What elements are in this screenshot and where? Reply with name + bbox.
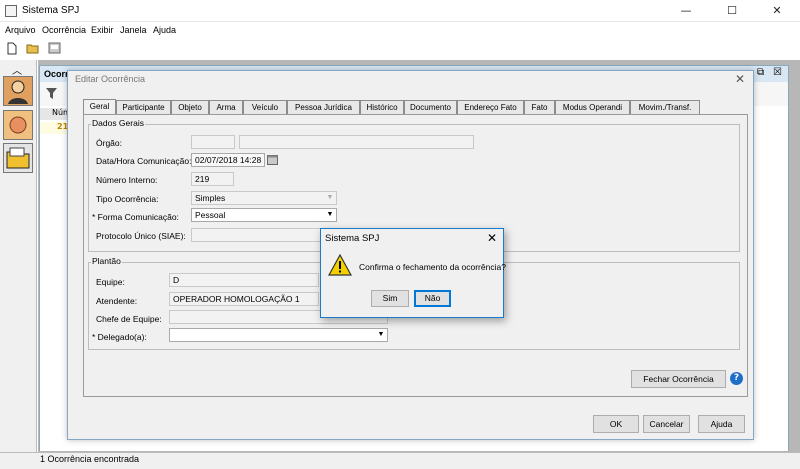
- ok-button[interactable]: OK: [593, 415, 639, 433]
- tipo-ocorrencia-label: Tipo Ocorrência:: [96, 194, 159, 204]
- app-icon: [5, 5, 17, 17]
- protocolo-unico-label: Protocolo Único (SIAE):: [96, 231, 186, 241]
- data-hora-label: Data/Hora Comunicação:: [96, 156, 192, 166]
- tab-endereco-fato[interactable]: Endereço Fato: [457, 100, 524, 115]
- orgao-name-field: [239, 135, 474, 149]
- tab-participante[interactable]: Participante: [116, 100, 171, 115]
- cancelar-button[interactable]: Cancelar: [643, 415, 690, 433]
- tab-fato[interactable]: Fato: [524, 100, 555, 115]
- person-profile-icon[interactable]: [3, 76, 33, 106]
- orgao-code-field: [191, 135, 235, 149]
- numero-interno-field: 219: [191, 172, 234, 186]
- equipe-select: D: [169, 273, 319, 287]
- confirm-message: Confirma o fechamento da ocorrência?: [359, 262, 506, 272]
- protocolo-unico-field: [191, 228, 321, 242]
- folder-documents-icon[interactable]: [3, 143, 33, 173]
- forma-comunicacao-label: * Forma Comunicação:: [92, 212, 179, 222]
- equipe-value: D: [173, 275, 180, 285]
- person-head-icon[interactable]: [3, 110, 33, 140]
- tab-modus-operandi[interactable]: Modus Operandi: [555, 100, 630, 115]
- print-icon[interactable]: [47, 42, 61, 56]
- table-column-header[interactable]: Núme: [40, 108, 76, 120]
- sim-button[interactable]: Sim: [371, 290, 409, 307]
- collapse-up-icon[interactable]: ︿: [12, 62, 22, 77]
- nao-button[interactable]: Não: [414, 290, 451, 307]
- dialog-close-icon[interactable]: ✕: [735, 72, 745, 86]
- equipe-label: Equipe:: [96, 277, 125, 287]
- tab-movim-transf[interactable]: Movim./Transf.: [630, 100, 700, 115]
- filter-icon[interactable]: [46, 88, 57, 102]
- window-title: Sistema SPJ: [22, 5, 80, 16]
- tab-documento[interactable]: Documento: [404, 100, 457, 115]
- ajuda-button[interactable]: Ajuda: [698, 415, 745, 433]
- menu-ocorrencia[interactable]: Ocorrência: [42, 25, 86, 35]
- minimize-button[interactable]: —: [663, 0, 709, 22]
- tab-veiculo[interactable]: Veículo: [243, 100, 287, 115]
- menu-ajuda[interactable]: Ajuda: [153, 25, 176, 35]
- delegado-select[interactable]: ▼: [169, 328, 388, 342]
- dados-gerais-legend: Dados Gerais: [91, 118, 145, 128]
- new-document-icon[interactable]: [5, 42, 19, 56]
- tab-historico[interactable]: Histórico: [360, 100, 404, 115]
- atendente-field: OPERADOR HOMOLOGAÇÃO 1: [169, 292, 319, 306]
- plantao-legend: Plantão: [91, 256, 122, 266]
- chevron-down-icon: ▼: [326, 194, 334, 201]
- menu-exibir[interactable]: Exibir: [91, 25, 114, 35]
- restore-frame-icon[interactable]: ⧉: [757, 67, 764, 78]
- warning-icon: [327, 253, 353, 276]
- chevron-down-icon[interactable]: ▼: [324, 209, 336, 221]
- menu-arquivo[interactable]: Arquivo: [5, 25, 36, 35]
- numero-interno-label: Número Interno:: [96, 175, 158, 185]
- confirm-close-icon[interactable]: ✕: [487, 231, 497, 245]
- calendar-icon[interactable]: [267, 154, 278, 165]
- fechar-ocorrencia-button[interactable]: Fechar Ocorrência: [631, 370, 726, 388]
- tab-geral[interactable]: Geral: [83, 99, 116, 115]
- maximize-button[interactable]: ☐: [709, 0, 755, 22]
- chevron-down-icon[interactable]: ▼: [375, 329, 387, 341]
- chefe-equipe-label: Chefe de Equipe:: [96, 314, 162, 324]
- close-button[interactable]: ✕: [754, 0, 800, 22]
- tipo-ocorrencia-value: Simples: [195, 193, 226, 203]
- data-hora-field[interactable]: 02/07/2018 14:28: [191, 153, 265, 167]
- forma-comunicacao-select[interactable]: Pessoal ▼: [191, 208, 337, 222]
- menu-janela[interactable]: Janela: [120, 25, 147, 35]
- open-folder-icon[interactable]: [26, 42, 40, 56]
- tab-pessoa-juridica[interactable]: Pessoa Jurídica: [287, 100, 360, 115]
- dialog-title: Editar Ocorrência: [75, 74, 146, 84]
- tab-arma[interactable]: Arma: [209, 100, 243, 115]
- help-icon[interactable]: ?: [730, 372, 743, 385]
- status-text: 1 Ocorrência encontrada: [40, 454, 140, 464]
- tipo-ocorrencia-select: Simples ▼: [191, 191, 337, 205]
- tab-objeto[interactable]: Objeto: [171, 100, 209, 115]
- close-frame-icon[interactable]: ☒: [773, 67, 782, 78]
- orgao-label: Órgão:: [96, 138, 122, 148]
- atendente-label: Atendente:: [96, 296, 138, 306]
- delegado-label: * Delegado(a):: [92, 332, 147, 342]
- confirm-dialog-title: Sistema SPJ: [325, 233, 380, 244]
- toolbar: [0, 39, 800, 59]
- forma-comunicacao-value: Pessoal: [195, 210, 226, 220]
- table-row[interactable]: 219: [40, 122, 74, 134]
